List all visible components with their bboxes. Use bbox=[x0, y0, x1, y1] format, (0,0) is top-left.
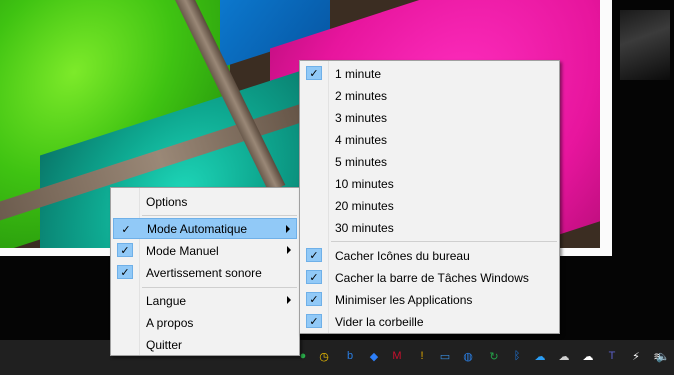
menu-item-mode-automatique[interactable]: ✓ Mode Automatique bbox=[113, 218, 297, 239]
submenu-item-4-minutes[interactable]: 4 minutes bbox=[302, 129, 557, 150]
submenu-arrow-icon bbox=[287, 296, 291, 304]
power-icon[interactable]: ⚡ bbox=[628, 348, 644, 364]
teams-icon[interactable]: T bbox=[604, 348, 620, 364]
thumbnail-preview bbox=[620, 10, 670, 80]
bing-icon[interactable]: b bbox=[342, 348, 358, 364]
sync-icon[interactable]: ↻ bbox=[486, 348, 502, 364]
submenu-item-vider-corbeille[interactable]: ✓ Vider la corbeille bbox=[302, 311, 557, 332]
menu-item-options[interactable]: Options bbox=[113, 191, 297, 212]
clock-app-icon[interactable]: ◷ bbox=[316, 348, 332, 364]
submenu-item-10-minutes[interactable]: 10 minutes bbox=[302, 173, 557, 194]
mcafee-icon[interactable]: M bbox=[389, 348, 405, 364]
submenu-arrow-icon bbox=[287, 246, 291, 254]
menu-item-langue[interactable]: Langue bbox=[113, 290, 297, 311]
mode-automatique-submenu: ✓ 1 minute 2 minutes 3 minutes 4 minutes… bbox=[299, 60, 560, 334]
tray-context-menu: Options ✓ Mode Automatique ✓ Mode Manuel… bbox=[110, 187, 300, 356]
submenu-item-20-minutes[interactable]: 20 minutes bbox=[302, 195, 557, 216]
check-icon: ✓ bbox=[306, 66, 322, 80]
taskbar bbox=[0, 340, 674, 375]
check-icon: ✓ bbox=[306, 292, 322, 306]
submenu-arrow-icon bbox=[286, 225, 290, 233]
check-icon: ✓ bbox=[306, 248, 322, 262]
cloud-icon[interactable]: ☁ bbox=[580, 348, 596, 364]
network-globe-icon[interactable]: ◍ bbox=[460, 348, 476, 364]
security-warning-icon[interactable]: ! bbox=[414, 348, 430, 364]
check-icon: ✓ bbox=[306, 314, 322, 328]
onedrive-personal-icon[interactable]: ☁ bbox=[556, 348, 572, 364]
display-icon[interactable]: ▭ bbox=[437, 348, 453, 364]
onedrive-icon[interactable]: ☁ bbox=[532, 348, 548, 364]
check-icon: ✓ bbox=[306, 270, 322, 284]
volume-icon[interactable]: 🔈 bbox=[655, 348, 671, 364]
check-icon: ✓ bbox=[121, 223, 131, 236]
menu-item-mode-manuel[interactable]: ✓ Mode Manuel bbox=[113, 240, 297, 261]
menu-item-avertissement-sonore[interactable]: ✓ Avertissement sonore bbox=[113, 262, 297, 283]
submenu-item-30-minutes[interactable]: 30 minutes bbox=[302, 217, 557, 238]
menu-item-a-propos[interactable]: A propos bbox=[113, 312, 297, 333]
dropbox-icon[interactable]: ◆ bbox=[366, 348, 382, 364]
submenu-item-5-minutes[interactable]: 5 minutes bbox=[302, 151, 557, 172]
bluetooth-icon[interactable]: ᛒ bbox=[509, 348, 525, 364]
submenu-item-minimiser-applications[interactable]: ✓ Minimiser les Applications bbox=[302, 289, 557, 310]
submenu-item-cacher-barre-taches[interactable]: ✓ Cacher la barre de Tâches Windows bbox=[302, 267, 557, 288]
submenu-item-1-minute[interactable]: ✓ 1 minute bbox=[302, 63, 557, 84]
menu-item-quitter[interactable]: Quitter bbox=[113, 334, 297, 355]
submenu-item-2-minutes[interactable]: 2 minutes bbox=[302, 85, 557, 106]
check-icon: ✓ bbox=[117, 265, 133, 279]
submenu-item-cacher-icones[interactable]: ✓ Cacher Icônes du bureau bbox=[302, 245, 557, 266]
submenu-item-3-minutes[interactable]: 3 minutes bbox=[302, 107, 557, 128]
check-icon: ✓ bbox=[117, 243, 133, 257]
